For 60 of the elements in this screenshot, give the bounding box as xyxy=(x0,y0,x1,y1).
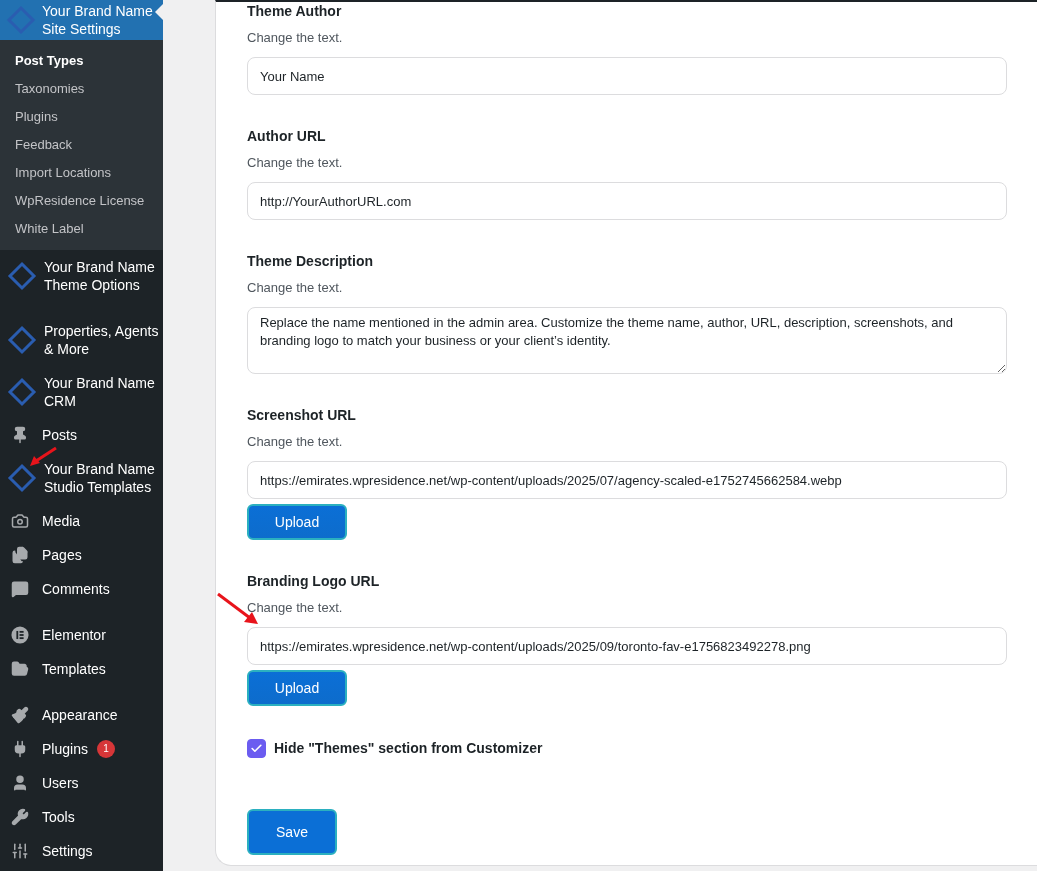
diamond-icon xyxy=(7,463,37,493)
current-marker-icon xyxy=(155,4,163,20)
sidebar-item[interactable]: Templates xyxy=(0,652,163,686)
sidebar-item[interactable]: Media xyxy=(0,504,163,538)
sidebar-item[interactable]: Your Brand Name Site Settings xyxy=(0,0,163,40)
upload-button[interactable]: Upload xyxy=(247,504,347,540)
upload-button[interactable]: Upload xyxy=(247,670,347,706)
elementor-icon xyxy=(11,626,29,644)
update-count-badge: 1 xyxy=(96,740,115,758)
pin-icon xyxy=(11,426,29,444)
submenu-item[interactable]: Taxonomies xyxy=(0,75,163,103)
pages-icon xyxy=(11,546,29,564)
sliders-icon xyxy=(11,842,29,860)
sidebar-item[interactable]: Pages xyxy=(0,538,163,572)
diamond-icon xyxy=(7,261,37,291)
sidebar-item[interactable]: Settings xyxy=(0,834,163,868)
check-icon xyxy=(250,742,263,755)
sidebar-item[interactable]: Plugins 1 xyxy=(0,732,163,766)
help-text: Change the text. xyxy=(247,154,344,172)
paintbrush-icon xyxy=(11,706,29,724)
field-label: Author URL xyxy=(247,127,327,145)
sidebar-item[interactable]: Your Brand Name Theme Options xyxy=(0,250,163,302)
input-field[interactable]: https://emirates.wpresidence.net/wp-content/uploads/2025/09/toronto-fav-e1756823492278.png xyxy=(247,627,1007,665)
folder-icon xyxy=(11,660,29,678)
user-icon xyxy=(11,774,29,792)
submenu-item[interactable]: WpResidence License xyxy=(0,187,163,215)
help-text: Change the text. xyxy=(247,433,344,451)
input-field[interactable]: http://YourAuthorURL.com xyxy=(247,182,1007,220)
sidebar-item[interactable]: Elementor xyxy=(0,618,163,652)
save-button[interactable]: Save xyxy=(247,809,337,855)
sidebar-item[interactable]: Your Brand Name CRM xyxy=(0,366,163,418)
field-label: Screenshot URL xyxy=(247,406,357,424)
help-text: Change the text. xyxy=(247,599,344,617)
submenu-item[interactable]: White Label xyxy=(0,215,163,243)
submenu-item[interactable]: Import Locations xyxy=(0,159,163,187)
checkbox[interactable] xyxy=(247,739,266,758)
help-text: Change the text. xyxy=(247,279,344,297)
sidebar-item[interactable]: Users xyxy=(0,766,163,800)
submenu-item[interactable]: Post Types xyxy=(0,47,163,75)
help-text: Change the text. xyxy=(247,29,344,47)
sidebar-item[interactable]: Comments xyxy=(0,572,163,606)
submenu-item[interactable]: Plugins xyxy=(0,103,163,131)
diamond-icon xyxy=(7,325,37,355)
sidebar-item[interactable]: Properties, Agents & More xyxy=(0,314,163,366)
submenu-item[interactable]: Feedback xyxy=(0,131,163,159)
sidebar-item[interactable]: Posts xyxy=(0,418,163,452)
text-area[interactable]: Replace the name mentioned in the admin area. Customize the theme name, author, URL, description, screenshots, and branding logo to match your business or your client’s identity. xyxy=(247,307,1007,374)
diamond-icon xyxy=(7,377,37,407)
sidebar-item[interactable]: Tools xyxy=(0,800,163,834)
checkbox-label: Hide "Themes" section from Customizer xyxy=(274,739,543,758)
sidebar-item[interactable]: Your Brand Name Studio Templates xyxy=(0,452,163,504)
field-label: Theme Description xyxy=(247,252,375,270)
field-label: Theme Author xyxy=(247,2,343,20)
sidebar-item[interactable]: Appearance xyxy=(0,698,163,732)
camera-icon xyxy=(11,512,29,530)
comment-icon xyxy=(11,580,29,598)
wrench-icon xyxy=(11,808,29,826)
field-label: Branding Logo URL xyxy=(247,572,381,590)
input-field[interactable]: Your Name xyxy=(247,57,1007,95)
input-field[interactable]: https://emirates.wpresidence.net/wp-content/uploads/2025/07/agency-scaled-e1752745662584.webp xyxy=(247,461,1007,499)
